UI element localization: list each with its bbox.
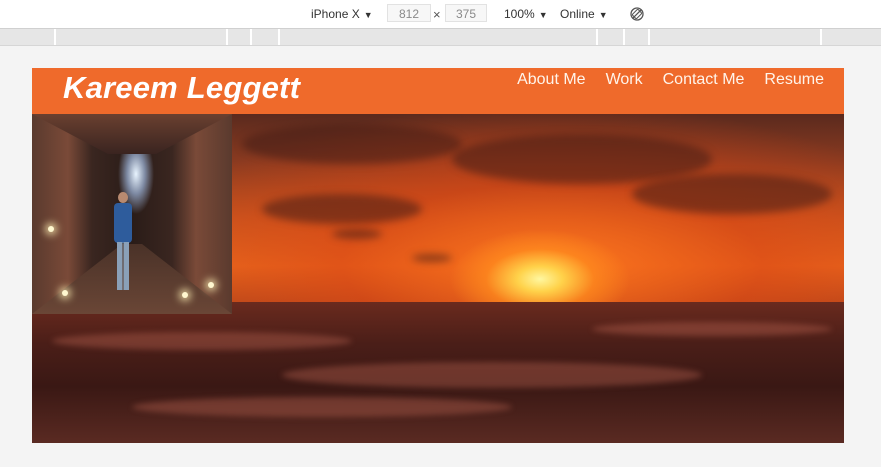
- media-query-tick[interactable]: [820, 29, 822, 45]
- nav-link-work[interactable]: Work: [606, 71, 643, 89]
- media-query-tick[interactable]: [54, 29, 56, 45]
- device-select[interactable]: iPhone X ▼: [311, 6, 373, 22]
- viewport-page: Kareem Leggett About Me Work Contact Me …: [32, 68, 844, 443]
- zoom-value: 100%: [504, 7, 535, 21]
- nav-link-contact[interactable]: Contact Me: [663, 71, 745, 89]
- dimension-separator: ×: [433, 7, 441, 22]
- media-query-tick[interactable]: [250, 29, 252, 45]
- media-query-tick[interactable]: [596, 29, 598, 45]
- network-throttle-select[interactable]: Online ▼: [560, 6, 608, 22]
- zoom-select[interactable]: 100% ▼: [504, 6, 548, 22]
- media-query-tick[interactable]: [623, 29, 625, 45]
- viewport-height-input[interactable]: 375: [445, 4, 487, 22]
- hero-banner-image: [32, 114, 844, 443]
- corridor-portrait-image: [32, 114, 232, 314]
- chevron-down-icon: ▼: [363, 10, 373, 20]
- chevron-down-icon: ▼: [538, 10, 548, 20]
- ocean-waves: [32, 302, 844, 443]
- media-query-bar[interactable]: [0, 29, 881, 46]
- media-query-tick[interactable]: [278, 29, 280, 45]
- viewport-width-input[interactable]: 812: [387, 4, 431, 22]
- media-query-tick[interactable]: [226, 29, 228, 45]
- network-value: Online: [560, 7, 595, 21]
- device-toolbar: iPhone X ▼ 812 × 375 100% ▼ Online ▼: [0, 0, 881, 29]
- person-figure: [112, 192, 134, 292]
- main-nav: About Me Work Contact Me Resume: [517, 71, 824, 89]
- nav-link-resume[interactable]: Resume: [764, 71, 824, 89]
- nav-link-about[interactable]: About Me: [517, 71, 585, 89]
- site-header: Kareem Leggett About Me Work Contact Me …: [32, 68, 844, 114]
- rotate-icon[interactable]: [629, 6, 645, 22]
- site-brand[interactable]: Kareem Leggett: [63, 70, 300, 106]
- media-query-tick[interactable]: [648, 29, 650, 45]
- device-name: iPhone X: [311, 7, 360, 21]
- chevron-down-icon: ▼: [598, 10, 608, 20]
